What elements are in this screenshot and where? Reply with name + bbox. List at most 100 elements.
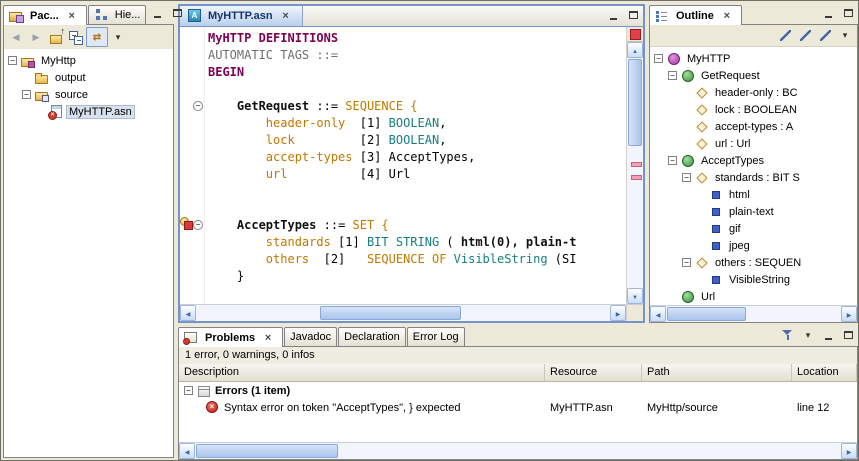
scroll-up-icon[interactable] (627, 42, 643, 58)
close-icon[interactable] (717, 7, 737, 25)
tab-outline[interactable]: Outline (649, 5, 742, 25)
outline-item-myhttp[interactable]: MyHTTP (650, 50, 857, 67)
explorer-item-myhttp-asn[interactable]: MyHTTP.asn (4, 103, 173, 120)
editor-vertical-scrollbar[interactable] (626, 27, 643, 304)
outline-item-plain-text[interactable]: plain-text (650, 203, 857, 220)
outline-view-tabs: Outline (649, 4, 858, 25)
expander-icon[interactable] (668, 156, 677, 165)
column-header-resource[interactable]: Resource (545, 364, 642, 381)
scroll-track[interactable] (627, 58, 643, 288)
scroll-thumb[interactable] (196, 444, 339, 458)
tab-hierarchy[interactable]: Hie... (87, 5, 147, 24)
link-with-editor-icon[interactable] (86, 27, 108, 47)
outline-item-header-only-bc[interactable]: header-only : BC (650, 84, 857, 101)
scroll-left-icon[interactable] (650, 306, 666, 322)
expander-icon[interactable] (184, 386, 193, 395)
outline-item-getrequest[interactable]: GetRequest (650, 67, 857, 84)
collapse-all-icon[interactable] (66, 28, 86, 46)
tab-myhttp-asn[interactable]: MyHTTP.asn (180, 6, 303, 26)
column-header-location[interactable]: Location (792, 364, 857, 381)
close-icon[interactable] (258, 329, 278, 347)
scroll-track[interactable] (666, 306, 841, 322)
minimize-icon[interactable] (147, 4, 167, 22)
expander-icon[interactable] (22, 90, 31, 99)
column-header-description[interactable]: Description (179, 364, 545, 381)
expander-icon[interactable] (682, 258, 691, 267)
expander-icon[interactable] (682, 173, 691, 182)
outline-item-others-sequen[interactable]: others : SEQUEN (650, 254, 857, 271)
outline-item-accepttypes[interactable]: AcceptTypes (650, 152, 857, 169)
hide-values-icon[interactable] (815, 27, 835, 45)
outline-item-url[interactable]: Url (650, 288, 857, 305)
editor-horizontal-scrollbar[interactable] (180, 304, 643, 321)
error-overview-mark[interactable] (631, 161, 642, 167)
scroll-right-icon[interactable] (610, 305, 626, 321)
maximize-icon[interactable] (838, 326, 858, 344)
scroll-thumb[interactable] (628, 59, 642, 147)
problems-horizontal-scrollbar[interactable] (179, 442, 857, 459)
maximize-icon[interactable] (167, 4, 187, 22)
minimize-icon[interactable] (818, 326, 838, 344)
outline-view: Outline MyHTTP GetRequest header-only : BC… (649, 4, 858, 323)
outline-item-visiblestring[interactable]: VisibleString (650, 271, 857, 288)
back-icon[interactable] (6, 28, 26, 46)
tab-error-log[interactable]: Error Log (406, 327, 465, 346)
scroll-track[interactable] (196, 305, 610, 321)
tab-package-explorer[interactable]: Pac... (3, 5, 87, 25)
outline-item-accept-types-a[interactable]: accept-types : A (650, 118, 857, 135)
view-menu-icon[interactable] (835, 27, 855, 45)
field-icon (694, 103, 710, 117)
hide-fields-icon[interactable] (795, 27, 815, 45)
explorer-item-myhttp[interactable]: MyHttp (4, 52, 173, 69)
tab-declaration[interactable]: Declaration (338, 327, 406, 346)
forward-icon[interactable] (26, 28, 46, 46)
problems-group-row[interactable]: Errors (1 item) (179, 382, 857, 399)
expander-icon[interactable] (654, 54, 663, 63)
scroll-right-icon[interactable] (841, 306, 857, 322)
error-overview-mark[interactable] (631, 175, 642, 181)
tab-problems[interactable]: Problems (178, 327, 284, 347)
view-menu-icon[interactable] (108, 28, 128, 46)
scroll-right-icon[interactable] (841, 443, 857, 459)
code-lines[interactable]: MyHTTP DEFINITIONS AUTOMATIC TAGS ::= BEGI… (205, 27, 626, 304)
outline-item-url-url[interactable]: url : Url (650, 135, 857, 152)
up-level-icon[interactable] (46, 27, 66, 46)
scroll-left-icon[interactable] (179, 443, 195, 459)
overview-ruler-header[interactable] (627, 27, 643, 42)
explorer-item-output[interactable]: output (4, 69, 173, 86)
outline-item-html[interactable]: html (650, 186, 857, 203)
expander-icon[interactable] (8, 56, 17, 65)
left-arrow-icon (185, 445, 190, 457)
maximize-icon[interactable] (623, 6, 643, 24)
column-header-path[interactable]: Path (642, 364, 792, 381)
outline-item-gif[interactable]: gif (650, 220, 857, 237)
fold-collapse-icon[interactable] (193, 101, 203, 111)
minimize-icon[interactable] (603, 6, 623, 24)
outline-item-jpeg[interactable]: jpeg (650, 237, 857, 254)
sort-icon[interactable] (775, 27, 795, 45)
tree-item-label: others : SEQUEN (715, 256, 802, 269)
scroll-down-icon[interactable] (627, 288, 643, 304)
scroll-track[interactable] (195, 443, 841, 459)
close-icon[interactable] (276, 7, 296, 25)
scroll-thumb[interactable] (667, 307, 746, 321)
outline-item-lock-boolean[interactable]: lock : BOOLEAN (650, 101, 857, 118)
fold-collapse-icon[interactable] (193, 220, 203, 230)
tab-javadoc[interactable]: Javadoc (284, 327, 338, 346)
problem-row[interactable]: Syntax error on token "AcceptTypes", } e… (179, 399, 857, 416)
scroll-thumb[interactable] (320, 306, 461, 320)
minimize-icon[interactable] (818, 4, 838, 22)
explorer-item-source[interactable]: source (4, 86, 173, 103)
overview-error-indicator[interactable] (630, 29, 641, 40)
scroll-left-icon[interactable] (180, 305, 196, 321)
outline-item-standards-bit-s[interactable]: standards : BIT S (650, 169, 857, 186)
value-icon (708, 239, 724, 253)
view-menu-icon[interactable] (798, 326, 818, 344)
maximize-icon[interactable] (838, 4, 858, 22)
outline-horizontal-scrollbar[interactable] (650, 305, 857, 322)
filter-icon[interactable] (778, 326, 798, 344)
close-icon[interactable] (62, 7, 82, 25)
expander-icon[interactable] (668, 71, 677, 80)
error-marker-icon[interactable] (180, 217, 193, 230)
srcfolder-icon (34, 88, 50, 102)
